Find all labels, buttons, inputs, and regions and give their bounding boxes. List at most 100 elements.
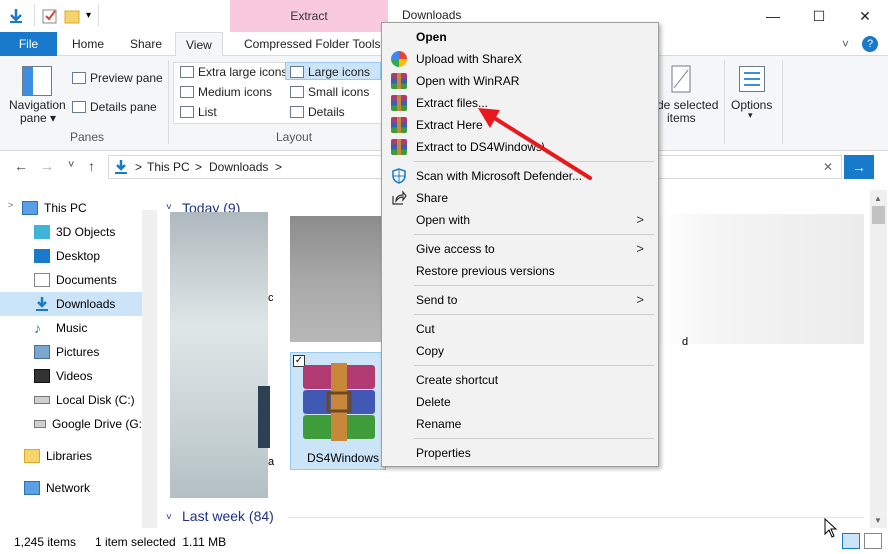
menu-item-properties[interactable]: Properties	[384, 442, 656, 464]
scroll-down-icon[interactable]: ▼	[874, 516, 882, 525]
minimize-button[interactable]: —	[750, 0, 796, 32]
nav-item-network[interactable]: Network	[0, 476, 142, 500]
nav-item-desktop[interactable]: Desktop	[0, 244, 142, 268]
navigation-pane-label-2[interactable]: pane ▾	[20, 111, 56, 125]
layout-medium-icons[interactable]: Medium icons	[198, 85, 272, 99]
menu-item-create-shortcut[interactable]: Create shortcut	[384, 369, 656, 391]
close-button[interactable]: ✕	[842, 0, 888, 32]
menu-item-restore-versions[interactable]: Restore previous versions	[384, 260, 656, 282]
menu-item-copy[interactable]: Copy	[384, 340, 656, 362]
preview-pane-button[interactable]: Preview pane	[90, 71, 163, 85]
properties-check-icon[interactable]	[42, 8, 58, 24]
scroll-thumb[interactable]	[872, 206, 885, 224]
documents-icon	[34, 273, 50, 287]
expand-chevron-icon[interactable]: >	[8, 200, 13, 210]
nav-item-google-drive[interactable]: Google Drive (G:	[0, 412, 142, 436]
menu-item-share[interactable]: Share	[384, 187, 656, 209]
file-thumbnail[interactable]	[170, 212, 268, 498]
scroll-up-icon[interactable]: ▲	[874, 194, 882, 203]
menu-item-cut[interactable]: Cut	[384, 318, 656, 340]
window-title: Downloads	[402, 8, 462, 22]
layout-list[interactable]: List	[198, 105, 217, 119]
hide-selected-items-label[interactable]: de selected	[657, 98, 718, 112]
maximize-button[interactable]: ☐	[796, 0, 842, 32]
options-dropdown-arrow-icon[interactable]: ▾	[748, 110, 753, 121]
navigation-pane-icon[interactable]	[22, 66, 52, 96]
ribbon-collapse-chevron-icon[interactable]: ˅	[832, 32, 859, 56]
hide-selected-items-icon[interactable]	[670, 64, 694, 94]
customize-toolbar-icon[interactable]: ▾	[86, 10, 91, 21]
details-pane-button[interactable]: Details pane	[90, 100, 157, 114]
layout-details[interactable]: Details	[308, 105, 345, 119]
submenu-arrow-icon: >	[636, 241, 644, 256]
menu-label: Cut	[416, 322, 435, 336]
help-icon[interactable]: ?	[862, 36, 878, 52]
layout-large-icons[interactable]: Large icons	[308, 65, 370, 79]
nav-item-documents[interactable]: Documents	[0, 268, 142, 292]
menu-label: Delete	[416, 395, 451, 409]
file-thumbnail-3[interactable]	[658, 214, 864, 344]
nav-item-this-pc[interactable]: > This PC	[0, 196, 142, 220]
tab-home[interactable]: Home	[62, 32, 114, 56]
file-thumbnail-2[interactable]	[290, 216, 384, 342]
navigation-pane-label[interactable]: Navigation	[9, 98, 66, 112]
context-tab-extract[interactable]: Extract	[230, 0, 388, 32]
menu-label: Create shortcut	[416, 373, 499, 387]
back-button[interactable]: ←	[14, 158, 28, 174]
group-collapse-icon-2[interactable]: ˅	[166, 512, 172, 523]
content-scrollbar[interactable]: ▲ ▼	[870, 190, 887, 528]
breadcrumb-this-pc[interactable]: This PC	[147, 160, 190, 174]
quick-access-down-arrow-icon[interactable]	[8, 8, 24, 24]
nav-item-pictures[interactable]: Pictures	[0, 340, 142, 364]
group-header-last-week[interactable]: Last week (84)	[182, 508, 274, 524]
layout-small-icons[interactable]: Small icons	[308, 85, 369, 99]
breadcrumb-sep-3[interactable]: >	[275, 160, 282, 174]
nav-item-downloads[interactable]: Downloads	[0, 292, 142, 316]
panes-group-label: Panes	[70, 130, 105, 144]
tab-view[interactable]: View	[175, 32, 223, 57]
hide-selected-items-label-2[interactable]: items	[667, 111, 696, 125]
details-view-icon[interactable]	[842, 533, 860, 549]
libraries-icon	[24, 449, 40, 463]
nav-item-music[interactable]: ♪ Music	[0, 316, 142, 340]
menu-label: Upload with ShareX	[416, 52, 523, 66]
up-button[interactable]: ↑	[88, 158, 95, 174]
forward-button[interactable]: →	[40, 158, 54, 174]
menu-item-rename[interactable]: Rename	[384, 413, 656, 435]
menu-item-open-with[interactable]: Open with >	[384, 209, 656, 231]
breadcrumb-sep[interactable]: >	[135, 160, 142, 174]
menu-item-send-to[interactable]: Send to >	[384, 289, 656, 311]
small-icons-icon	[290, 86, 304, 98]
new-folder-icon[interactable]	[64, 8, 80, 24]
recent-locations-button[interactable]: ˅	[68, 159, 74, 171]
tab-file[interactable]: File	[0, 32, 57, 56]
selected-file-item[interactable]: ✓ DS4Windows	[290, 352, 386, 470]
menu-separator	[414, 234, 654, 235]
breadcrumb-sep-2[interactable]: >	[195, 160, 202, 174]
nav-item-3d-objects[interactable]: 3D Objects	[0, 220, 142, 244]
tab-compressed-folder-tools[interactable]: Compressed Folder Tools	[234, 32, 391, 56]
breadcrumb-downloads[interactable]: Downloads	[209, 160, 268, 174]
menu-item-upload-sharex[interactable]: Upload with ShareX	[384, 48, 656, 70]
navigation-pane: > This PC 3D Objects Desktop Documents D…	[0, 190, 158, 528]
go-button[interactable]: →	[844, 155, 874, 179]
menu-item-delete[interactable]: Delete	[384, 391, 656, 413]
item-count: 1,245 items	[14, 535, 77, 549]
menu-item-open[interactable]: Open	[384, 26, 656, 48]
layout-extra-large-icons[interactable]: Extra large icons	[198, 65, 287, 79]
nav-label: Videos	[56, 369, 93, 383]
menu-item-open-winrar[interactable]: Open with WinRAR	[384, 70, 656, 92]
clear-address-icon[interactable]: ✕	[823, 160, 833, 174]
winrar-icon	[391, 139, 407, 155]
tab-share[interactable]: Share	[120, 32, 172, 56]
list-icon	[180, 106, 194, 118]
nav-item-videos[interactable]: Videos	[0, 364, 142, 388]
drive-icon	[34, 420, 46, 428]
nav-item-libraries[interactable]: Libraries	[0, 444, 142, 468]
menu-label: Share	[416, 191, 449, 205]
large-icons-view-icon[interactable]	[864, 533, 882, 549]
nav-item-local-disk[interactable]: Local Disk (C:)	[0, 388, 142, 412]
options-icon[interactable]	[739, 66, 765, 92]
nav-scrollbar[interactable]	[142, 210, 157, 528]
menu-item-give-access[interactable]: Give access to >	[384, 238, 656, 260]
